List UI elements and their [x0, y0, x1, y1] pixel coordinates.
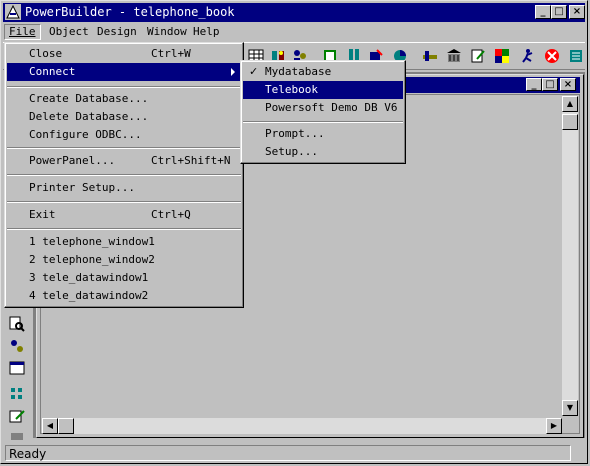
- paint-icon[interactable]: [493, 47, 511, 65]
- misc-icon[interactable]: [8, 431, 26, 440]
- close-button[interactable]: ×: [569, 5, 585, 19]
- menu-separator: [7, 174, 241, 176]
- status-text: Ready: [5, 445, 571, 461]
- report-icon[interactable]: [469, 47, 487, 65]
- window-title: PowerBuilder - telephone_book: [25, 5, 235, 19]
- run-icon[interactable]: [519, 47, 537, 65]
- menu-window-label: Window: [147, 25, 187, 38]
- menu-item-label: Create Database...: [29, 92, 149, 105]
- submenu-item-telebook[interactable]: Telebook: [243, 81, 403, 99]
- menu-item-label: Powersoft Demo DB V6: [265, 101, 398, 114]
- menu-item-configure-odbc[interactable]: Configure ODBC...: [7, 126, 241, 144]
- vertical-scrollbar[interactable]: ▲ ▼: [562, 96, 578, 416]
- menu-item-recent-4[interactable]: 4 tele_datawindow2: [7, 287, 241, 305]
- menu-separator: [243, 121, 403, 123]
- menu-design-label: Design: [97, 25, 137, 38]
- connect-submenu: ✓ Mydatabase Telebook Powersoft Demo DB …: [240, 60, 406, 164]
- menu-item-create-database[interactable]: Create Database...: [7, 90, 241, 108]
- edit-icon[interactable]: [8, 407, 26, 425]
- status-bar: Ready: [3, 444, 585, 462]
- menu-help-label: Help: [193, 25, 220, 38]
- connect-icon[interactable]: [8, 337, 26, 355]
- menu-item-printer-setup[interactable]: Printer Setup...: [7, 179, 241, 197]
- exit-icon[interactable]: [567, 47, 585, 65]
- menu-item-label: Configure ODBC...: [29, 128, 142, 141]
- menu-item-label: Setup...: [265, 145, 318, 158]
- vertical-scroll-thumb[interactable]: [562, 114, 578, 130]
- menu-object-label: Object: [49, 25, 89, 38]
- menu-item-label: Mydatabase: [265, 65, 332, 78]
- menu-item-recent-2[interactable]: 2 telephone_window2: [7, 251, 241, 269]
- menu-object[interactable]: Object: [45, 24, 93, 40]
- pipeline-icon[interactable]: [421, 47, 439, 65]
- submenu-item-prompt[interactable]: Prompt...: [243, 125, 403, 143]
- scroll-right-icon[interactable]: ▶: [546, 418, 562, 434]
- submenu-item-setup[interactable]: Setup...: [243, 143, 403, 161]
- powerbuilder-app-icon: [5, 4, 21, 20]
- menu-item-shortcut: Ctrl+Q: [151, 208, 191, 221]
- scroll-left-icon[interactable]: ◀: [42, 418, 58, 434]
- menu-item-close[interactable]: Close Ctrl+W: [7, 45, 241, 63]
- check-icon: ✓: [249, 65, 259, 78]
- menu-separator: [7, 147, 241, 149]
- scroll-down-icon[interactable]: ▼: [562, 400, 578, 416]
- menu-item-label: Telebook: [265, 83, 318, 96]
- window-icon[interactable]: [8, 359, 26, 377]
- title-bar[interactable]: PowerBuilder - telephone_book _ □ ×: [3, 3, 585, 22]
- menu-item-delete-database[interactable]: Delete Database...: [7, 108, 241, 126]
- menu-item-label: 4 tele_datawindow2: [29, 289, 149, 302]
- submenu-item-mydatabase[interactable]: ✓ Mydatabase: [243, 63, 403, 81]
- menu-item-label: 3 tele_datawindow1: [29, 271, 149, 284]
- maximize-button[interactable]: □: [551, 5, 567, 19]
- menu-file[interactable]: File: [4, 24, 41, 40]
- menu-item-powerpanel[interactable]: PowerPanel... Ctrl+Shift+N: [7, 152, 241, 170]
- menu-item-recent-3[interactable]: 3 tele_datawindow1: [7, 269, 241, 287]
- debug-icon[interactable]: [543, 47, 561, 65]
- menu-item-connect[interactable]: Connect: [7, 63, 241, 81]
- menu-help[interactable]: Help: [189, 24, 224, 40]
- minimize-button[interactable]: _: [535, 5, 551, 19]
- menu-item-recent-1[interactable]: 1 telephone_window1: [7, 233, 241, 251]
- menu-item-shortcut: Ctrl+W: [151, 47, 191, 60]
- menu-item-exit[interactable]: Exit Ctrl+Q: [7, 206, 241, 224]
- menu-item-label: 1 telephone_window1: [29, 235, 155, 248]
- menu-item-shortcut: Ctrl+Shift+N: [151, 154, 231, 167]
- scroll-up-icon[interactable]: ▲: [562, 96, 578, 112]
- menu-item-label: PowerPanel...: [29, 154, 116, 167]
- grid-icon[interactable]: [8, 385, 26, 403]
- menu-file-label: File: [9, 25, 36, 38]
- project-icon[interactable]: [445, 47, 463, 65]
- child-close-button[interactable]: ×: [560, 78, 576, 91]
- menu-item-label: Exit: [29, 208, 56, 221]
- submenu-arrow-icon: [231, 68, 235, 76]
- child-maximize-button[interactable]: □: [542, 78, 558, 91]
- child-minimize-button[interactable]: _: [526, 78, 542, 91]
- horizontal-scrollbar[interactable]: ◀ ▶: [42, 418, 562, 434]
- menu-item-label: Connect: [29, 65, 76, 78]
- menu-item-label: 2 telephone_window2: [29, 253, 155, 266]
- menu-item-label: Close: [29, 47, 63, 60]
- file-menu-dropdown: Close Ctrl+W Connect Create Database... …: [4, 42, 244, 308]
- menu-item-label: Prompt...: [265, 127, 325, 140]
- menu-separator: [7, 201, 241, 203]
- menu-window[interactable]: Window: [143, 24, 191, 40]
- horizontal-scroll-thumb[interactable]: [58, 418, 74, 434]
- menu-separator: [7, 228, 241, 230]
- search-icon[interactable]: [8, 315, 26, 333]
- menu-design[interactable]: Design: [93, 24, 141, 40]
- menu-item-label: Printer Setup...: [29, 181, 135, 194]
- menu-item-label: Delete Database...: [29, 110, 149, 123]
- submenu-item-powersoft-demo[interactable]: Powersoft Demo DB V6: [243, 99, 403, 117]
- menu-separator: [7, 86, 241, 88]
- menu-bar: File Object Design Window Help: [3, 23, 585, 41]
